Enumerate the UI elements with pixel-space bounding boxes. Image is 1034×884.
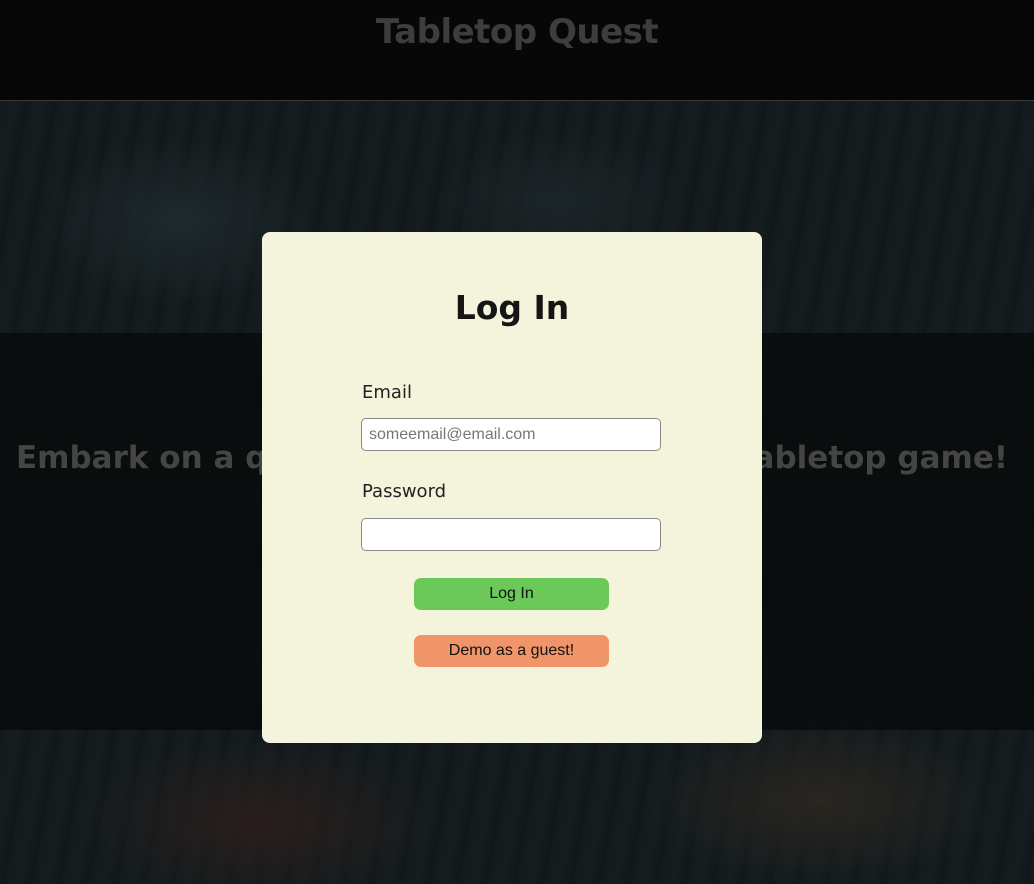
modal-title: Log In (454, 288, 570, 327)
login-button[interactable]: Log In (414, 578, 609, 610)
login-modal: Log In Email Password Log In Demo as a g… (262, 232, 762, 743)
password-input[interactable] (361, 518, 661, 551)
email-input[interactable] (361, 418, 661, 451)
demo-guest-button[interactable]: Demo as a guest! (414, 635, 609, 667)
hero-text-right: tabletop game! (738, 440, 1008, 476)
site-header: Tabletop Quest (0, 0, 1034, 101)
email-label: Email (362, 382, 412, 403)
password-label: Password (362, 481, 447, 502)
site-title: Tabletop Quest (375, 12, 659, 52)
hero-text-left: Embark on a qu (16, 440, 290, 476)
